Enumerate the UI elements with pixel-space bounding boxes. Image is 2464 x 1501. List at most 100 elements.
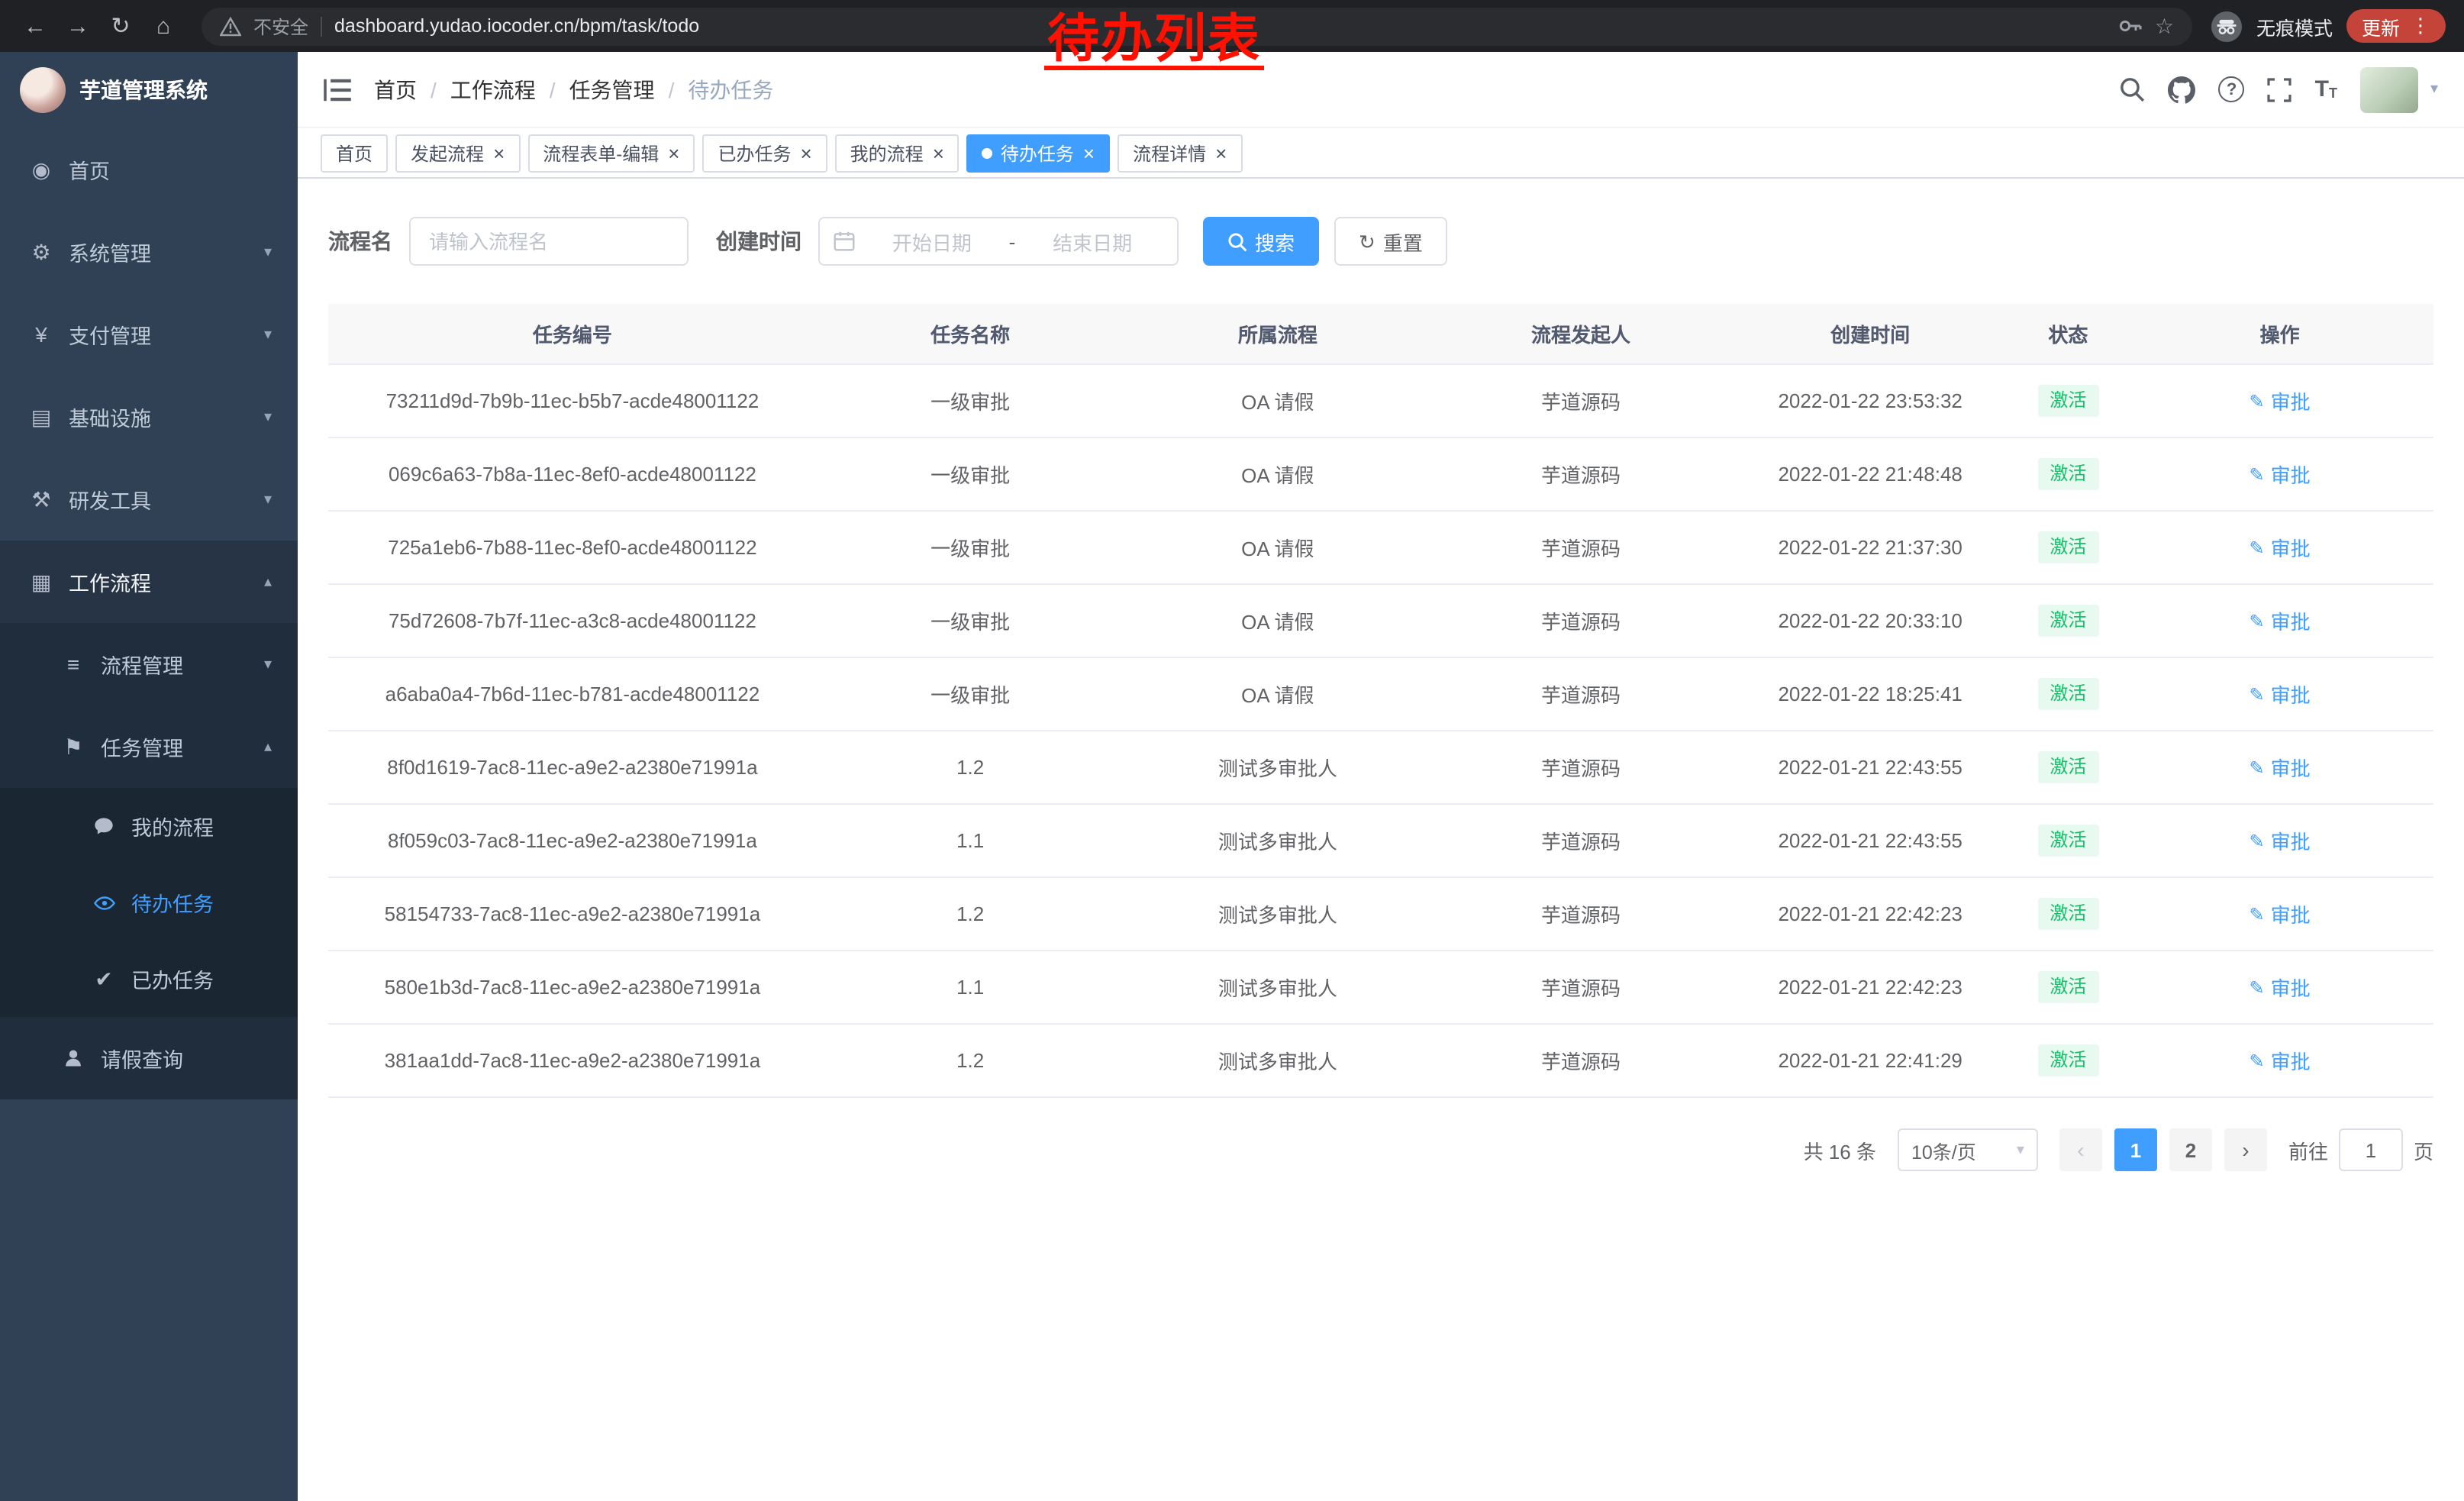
status-badge: 激活 bbox=[2037, 679, 2098, 710]
breadcrumb-workflow[interactable]: 工作流程 bbox=[450, 74, 536, 105]
prev-page-button[interactable]: ‹ bbox=[2059, 1128, 2102, 1171]
sidebar-item-infrastructure[interactable]: ▤ 基础设施 ▾ bbox=[0, 376, 298, 458]
edit-icon: ✎ bbox=[2250, 830, 2265, 851]
sidebar-toggle-icon[interactable] bbox=[324, 77, 351, 102]
browser-forward-icon[interactable]: → bbox=[58, 6, 98, 46]
avatar[interactable] bbox=[2360, 66, 2418, 112]
tasks-table: 任务编号 任务名称 所属流程 流程发起人 创建时间 状态 操作 bbox=[328, 304, 2433, 1098]
approve-button[interactable]: ✎ 审批 bbox=[2250, 533, 2311, 562]
browser-home-icon[interactable]: ⌂ bbox=[144, 6, 183, 46]
tab-close-icon[interactable]: × bbox=[493, 143, 505, 163]
approve-button[interactable]: ✎ 审批 bbox=[2250, 606, 2311, 635]
tab[interactable]: 待办任务 × bbox=[967, 134, 1110, 172]
sidebar-item-my-process[interactable]: 我的流程 bbox=[0, 788, 298, 864]
cell-process: OA 请假 bbox=[1124, 679, 1432, 709]
approve-button[interactable]: ✎ 审批 bbox=[2250, 826, 2311, 855]
annotation-overlay: 待办列表 bbox=[1047, 14, 1261, 75]
update-button[interactable]: 更新 ⋮ bbox=[2346, 9, 2446, 43]
tab-close-icon[interactable]: × bbox=[668, 143, 679, 163]
column-header: 任务名称 bbox=[817, 319, 1124, 348]
browser-menu-icon[interactable]: ⋮ bbox=[2411, 14, 2430, 38]
page-size-select[interactable]: 10条/页 ▾ bbox=[1898, 1128, 2038, 1171]
cell-task-name: 1.2 bbox=[817, 756, 1124, 779]
approve-button[interactable]: ✎ 审批 bbox=[2250, 899, 2311, 928]
search-icon[interactable] bbox=[2120, 76, 2146, 102]
app-shell: 芋道管理系统 ◉ 首页 ⚙ 系统管理 ▾ ¥ 支付管理 ▾ ▤ bbox=[0, 52, 2464, 1501]
security-warning-label[interactable]: 不安全 bbox=[253, 13, 308, 39]
tab-close-icon[interactable]: × bbox=[1215, 143, 1227, 163]
approve-button[interactable]: ✎ 审批 bbox=[2250, 753, 2311, 782]
github-icon[interactable] bbox=[2169, 76, 2196, 103]
chevron-down-icon: ▾ bbox=[264, 408, 272, 425]
tab[interactable]: 我的流程 × bbox=[835, 134, 959, 172]
chevron-down-icon[interactable]: ▾ bbox=[2430, 81, 2438, 98]
help-icon[interactable]: ? bbox=[2219, 76, 2245, 102]
browser-back-icon[interactable]: ← bbox=[15, 6, 55, 46]
password-key-icon[interactable] bbox=[2118, 14, 2143, 38]
sidebar-item-leave-query[interactable]: 请假查询 bbox=[0, 1017, 298, 1099]
page-button[interactable]: 1 bbox=[2114, 1128, 2157, 1171]
cell-action: ✎ 审批 bbox=[2126, 753, 2433, 782]
cell-created: 2022-01-22 23:53:32 bbox=[1730, 389, 2011, 412]
main-panel: 首页 / 工作流程 / 任务管理 / 待办任务 ? bbox=[298, 52, 2464, 1501]
column-header: 任务编号 bbox=[328, 319, 817, 348]
approve-button[interactable]: ✎ 审批 bbox=[2250, 460, 2311, 489]
sidebar-item-done-tasks[interactable]: ✔ 已办任务 bbox=[0, 941, 298, 1017]
column-header: 流程发起人 bbox=[1431, 319, 1730, 348]
tab[interactable]: 首页 bbox=[321, 134, 388, 172]
sidebar-item-dev-tools[interactable]: ⚒ 研发工具 ▾ bbox=[0, 458, 298, 541]
start-date-field[interactable]: 开始日期 bbox=[861, 227, 1003, 256]
security-warning-icon[interactable] bbox=[220, 16, 241, 36]
search-button[interactable]: 搜索 bbox=[1203, 217, 1319, 266]
approve-button[interactable]: ✎ 审批 bbox=[2250, 973, 2311, 1002]
url-text[interactable]: dashboard.yudao.iocoder.cn/bpm/task/todo bbox=[334, 15, 699, 37]
page-button[interactable]: 2 bbox=[2169, 1128, 2212, 1171]
cell-status: 激活 bbox=[2011, 825, 2127, 857]
sidebar-item-payment-management[interactable]: ¥ 支付管理 ▾ bbox=[0, 293, 298, 376]
bookmark-star-icon[interactable]: ☆ bbox=[2155, 13, 2174, 39]
date-range-picker[interactable]: 开始日期 - 结束日期 bbox=[818, 217, 1179, 266]
refresh-icon: ↻ bbox=[1359, 231, 1376, 251]
sidebar-item-todo-tasks[interactable]: 待办任务 bbox=[0, 864, 298, 941]
font-size-icon[interactable]: TT bbox=[2315, 78, 2337, 101]
tab[interactable]: 流程表单-编辑 × bbox=[527, 134, 695, 172]
breadcrumb-task-management[interactable]: 任务管理 bbox=[569, 74, 655, 105]
reset-button[interactable]: ↻ 重置 bbox=[1334, 217, 1447, 266]
sidebar-item-task-management[interactable]: ⚑ 任务管理 ▴ bbox=[0, 705, 298, 788]
approve-button[interactable]: ✎ 审批 bbox=[2250, 679, 2311, 709]
tab-close-icon[interactable]: × bbox=[1083, 143, 1095, 163]
breadcrumb-home[interactable]: 首页 bbox=[374, 74, 417, 105]
yen-icon: ¥ bbox=[29, 322, 53, 347]
approve-button[interactable]: ✎ 审批 bbox=[2250, 1046, 2311, 1075]
tab[interactable]: 流程详情 × bbox=[1118, 134, 1242, 172]
cell-task-name: 一级审批 bbox=[817, 460, 1124, 489]
user-icon bbox=[61, 1047, 85, 1069]
cell-task-name: 一级审批 bbox=[817, 386, 1124, 415]
menu-label: 基础设施 bbox=[69, 402, 151, 432]
end-date-field[interactable]: 结束日期 bbox=[1021, 227, 1163, 256]
next-page-button[interactable]: › bbox=[2224, 1128, 2267, 1171]
tab-bar: 首页 发起流程 × 流程表单-编辑 × bbox=[298, 128, 2464, 179]
sidebar-item-process-management[interactable]: ≡ 流程管理 ▾ bbox=[0, 623, 298, 705]
process-name-input[interactable] bbox=[409, 217, 689, 266]
tab-close-icon[interactable]: × bbox=[800, 143, 811, 163]
goto-page-input[interactable] bbox=[2339, 1128, 2403, 1171]
sidebar-item-system-management[interactable]: ⚙ 系统管理 ▾ bbox=[0, 211, 298, 293]
tab-close-icon[interactable]: × bbox=[933, 143, 944, 163]
approve-button[interactable]: ✎ 审批 bbox=[2250, 386, 2311, 415]
cell-task-name: 1.1 bbox=[817, 829, 1124, 852]
status-badge: 激活 bbox=[2037, 899, 2098, 930]
cell-process: 测试多审批人 bbox=[1124, 973, 1432, 1002]
logo[interactable]: 芋道管理系统 bbox=[0, 52, 298, 128]
cell-status: 激活 bbox=[2011, 605, 2127, 637]
sidebar-item-workflow[interactable]: ▦ 工作流程 ▴ bbox=[0, 541, 298, 623]
cell-initiator: 芋道源码 bbox=[1431, 533, 1730, 562]
tab[interactable]: 发起流程 × bbox=[395, 134, 520, 172]
column-header: 状态 bbox=[2011, 319, 2127, 348]
sidebar-item-home[interactable]: ◉ 首页 bbox=[0, 128, 298, 211]
tab[interactable]: 已办任务 × bbox=[702, 134, 827, 172]
browser-reload-icon[interactable]: ↻ bbox=[101, 6, 140, 46]
cell-task-id: 725a1eb6-7b88-11ec-8ef0-acde48001122 bbox=[328, 536, 817, 559]
fullscreen-icon[interactable] bbox=[2268, 77, 2292, 102]
cell-status: 激活 bbox=[2011, 899, 2127, 930]
